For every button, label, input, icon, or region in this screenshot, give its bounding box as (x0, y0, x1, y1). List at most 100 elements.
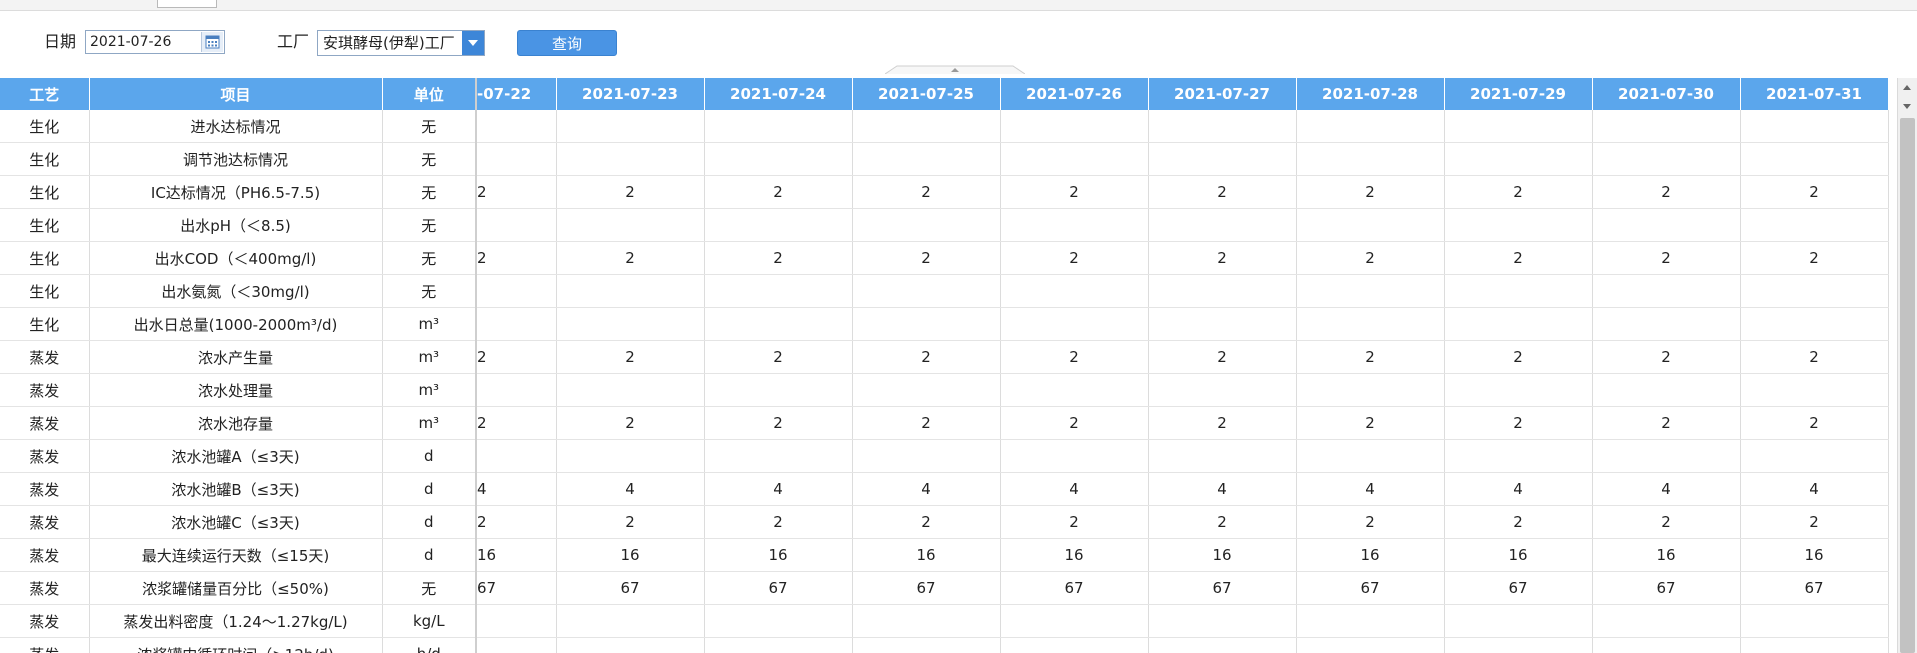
cell-value[interactable]: 2 (1148, 241, 1297, 275)
cell-process[interactable]: 蒸发 (0, 637, 90, 653)
cell-value[interactable]: 4 (1592, 472, 1741, 506)
cell-value[interactable]: 2 (704, 340, 853, 374)
cell-value[interactable] (704, 637, 853, 653)
cell-value[interactable]: 4 (852, 472, 1001, 506)
cell-value[interactable]: 2 (1592, 241, 1741, 275)
cell-value[interactable] (852, 439, 1001, 473)
cell-value[interactable]: 67 (1296, 571, 1445, 605)
cell-unit[interactable]: kg/L (382, 604, 477, 638)
cell-value[interactable] (1592, 142, 1741, 176)
table-row[interactable]: 生化 IC达标情况（PH6.5-7.5) 无 2 2 2 2 2 2 2 2 2 2 (0, 175, 1889, 209)
cell-value[interactable] (1444, 439, 1593, 473)
table-row[interactable]: 蒸发 浓浆罐储量百分比（≤50%) 无 67 67 67 67 67 67 67 67 67 67 (0, 571, 1889, 605)
cell-value[interactable]: 2 (1592, 340, 1741, 374)
cell-value[interactable]: 2 (852, 340, 1001, 374)
cell-item[interactable]: 出水pH（＜8.5) (89, 208, 383, 242)
table-row[interactable]: 蒸发浓浆罐内循环时间（>12h/d)h/d (0, 637, 1889, 653)
cell-value[interactable]: 16 (556, 538, 705, 572)
cell-value[interactable] (1592, 373, 1741, 407)
collapse-toggle-icon[interactable] (885, 64, 1025, 74)
cell-value[interactable] (1740, 307, 1889, 341)
cell-value[interactable] (1444, 637, 1593, 653)
cell-value[interactable] (556, 142, 705, 176)
cell-value[interactable] (1740, 373, 1889, 407)
cell-value[interactable]: 2 (1592, 175, 1741, 209)
cell-unit[interactable]: m³ (382, 406, 477, 440)
cell-value[interactable] (1148, 439, 1297, 473)
cell-value[interactable]: 16 (1592, 538, 1741, 572)
header-date[interactable]: 2021-07-30 (1592, 78, 1741, 110)
cell-item[interactable]: 进水达标情况 (89, 110, 383, 143)
cell-value[interactable]: 2 (1296, 505, 1445, 539)
cell-value[interactable] (1000, 373, 1149, 407)
cell-value[interactable]: 16 (1148, 538, 1297, 572)
cell-value[interactable] (852, 110, 1001, 143)
cell-value[interactable] (1000, 274, 1149, 308)
cell-value[interactable] (1000, 208, 1149, 242)
cell-value[interactable]: 2 (476, 241, 557, 275)
cell-item[interactable]: 调节池达标情况 (89, 142, 383, 176)
cell-value[interactable]: 2 (556, 340, 705, 374)
cell-unit[interactable]: 无 (382, 241, 477, 275)
cell-process[interactable]: 蒸发 (0, 340, 90, 374)
cell-value[interactable] (1592, 439, 1741, 473)
cell-value[interactable]: 2 (852, 406, 1001, 440)
cell-value[interactable] (1740, 439, 1889, 473)
cell-value[interactable]: 2 (852, 175, 1001, 209)
cell-process[interactable]: 生化 (0, 208, 90, 242)
cell-value[interactable] (556, 637, 705, 653)
cell-unit[interactable]: d (382, 505, 477, 539)
cell-item[interactable]: 浓水池罐B（≤3天) (89, 472, 383, 506)
cell-value[interactable] (704, 439, 853, 473)
cell-value[interactable]: 2 (1296, 406, 1445, 440)
cell-value[interactable] (852, 637, 1001, 653)
cell-value[interactable]: 2 (704, 505, 853, 539)
cell-value[interactable]: 2 (1296, 241, 1445, 275)
cell-value[interactable]: 4 (1296, 472, 1445, 506)
cell-value[interactable]: 2 (1740, 505, 1889, 539)
cell-value[interactable]: 4 (1148, 472, 1297, 506)
cell-value[interactable] (1740, 208, 1889, 242)
table-row[interactable]: 蒸发 浓水处理量 m³ (0, 373, 1889, 407)
table-row[interactable]: 生化 进水达标情况无 (0, 110, 1889, 143)
cell-value[interactable]: 16 (1296, 538, 1445, 572)
cell-value[interactable] (704, 274, 853, 308)
cell-process[interactable]: 蒸发 (0, 604, 90, 638)
cell-item[interactable]: 出水日总量(1000-2000m³/d) (89, 307, 383, 341)
cell-value[interactable] (1148, 208, 1297, 242)
header-date[interactable]: -07-22 (476, 78, 557, 110)
cell-unit[interactable]: 无 (382, 110, 477, 143)
cell-value[interactable] (1000, 604, 1149, 638)
cell-item[interactable]: 最大连续运行天数（≤15天) (89, 538, 383, 572)
cell-item[interactable]: 浓水产生量 (89, 340, 383, 374)
table-row[interactable]: 蒸发 浓水产生量 m³ 2 2 2 2 2 2 2 2 2 2 (0, 340, 1889, 374)
cell-process[interactable]: 生化 (0, 142, 90, 176)
scrollbar-thumb[interactable] (1900, 118, 1915, 653)
cell-value[interactable] (1592, 110, 1741, 143)
cell-value[interactable]: 16 (1000, 538, 1149, 572)
cell-value[interactable]: 67 (1740, 571, 1889, 605)
cell-value[interactable]: 2 (1592, 406, 1741, 440)
cell-value[interactable] (1444, 307, 1593, 341)
header-date[interactable]: 2021-07-27 (1148, 78, 1297, 110)
cell-value[interactable] (1148, 637, 1297, 653)
cell-value[interactable] (1000, 110, 1149, 143)
cell-value[interactable] (852, 208, 1001, 242)
calendar-icon[interactable] (201, 32, 223, 52)
cell-value[interactable]: 67 (1000, 571, 1149, 605)
cell-value[interactable] (476, 439, 557, 473)
cell-process[interactable]: 蒸发 (0, 571, 90, 605)
arrow-down-icon[interactable] (1898, 98, 1917, 114)
header-date[interactable]: 2021-07-31 (1740, 78, 1889, 110)
cell-process[interactable]: 生化 (0, 241, 90, 275)
cell-value[interactable] (704, 110, 853, 143)
date-input[interactable] (86, 31, 200, 53)
cell-value[interactable] (1740, 274, 1889, 308)
cell-value[interactable]: 2 (1740, 241, 1889, 275)
cell-value[interactable] (1444, 604, 1593, 638)
cell-value[interactable] (1592, 274, 1741, 308)
cell-item[interactable]: 出水氨氮（＜30mg/l) (89, 274, 383, 308)
cell-value[interactable]: 4 (704, 472, 853, 506)
cell-value[interactable]: 2 (1592, 505, 1741, 539)
table-row[interactable]: 蒸发 最大连续运行天数（≤15天) d 16 16 16 16 16 16 16 16 16 16 (0, 538, 1889, 572)
